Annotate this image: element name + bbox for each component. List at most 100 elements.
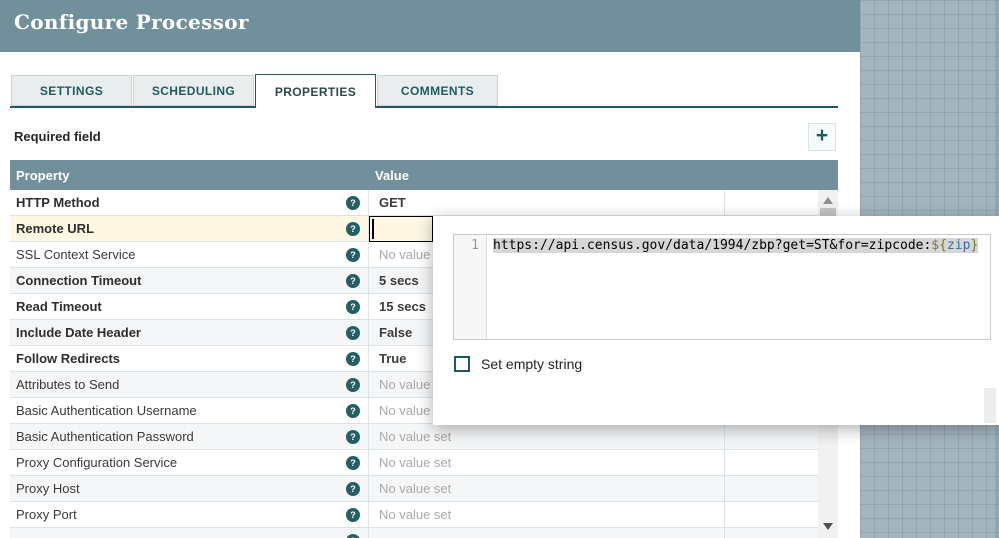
table-row[interactable]: HTTP Method ? GET (10, 190, 818, 216)
help-icon[interactable]: ? (346, 507, 360, 522)
property-value: False (379, 325, 413, 340)
editor-gutter: 1 (454, 235, 487, 339)
property-cell: Basic Authentication Password ? (10, 424, 369, 449)
row-spacer-cell (725, 476, 818, 501)
set-empty-string-row: Set empty string (454, 355, 582, 372)
selected-text: https://api.census.gov/data/1994/zbp?get… (493, 238, 979, 253)
property-cell: SSL Context Service ? (10, 242, 369, 267)
help-icon[interactable]: ? (346, 299, 360, 314)
table-row[interactable]: Proxy Port ? No value set (10, 502, 818, 528)
tabs-underline (10, 106, 838, 108)
property-cell: Proxy Port ? (10, 502, 369, 527)
code-url: https://api.census.gov/data/1994/zbp?get… (493, 238, 932, 253)
property-name: Attributes to Send (16, 377, 120, 392)
property-cell: Connection Timeout ? (10, 268, 369, 293)
property-name: Proxy Port (16, 507, 77, 522)
value-cell[interactable] (369, 528, 725, 538)
help-icon[interactable]: ? (346, 533, 360, 538)
required-field-label: Required field (14, 129, 101, 144)
property-name: Read Timeout (16, 299, 102, 314)
help-icon[interactable]: ? (346, 455, 360, 470)
property-cell: Basic Authentication Username ? (10, 398, 369, 423)
property-name: Include Date Header (16, 325, 141, 340)
scroll-down-icon (823, 522, 833, 530)
value-cell[interactable]: No value set (369, 450, 725, 475)
help-icon[interactable]: ? (346, 221, 360, 236)
tab-settings[interactable]: SETTINGS (11, 75, 132, 106)
property-name: Remote URL (16, 221, 95, 236)
editor-code[interactable]: https://api.census.gov/data/1994/zbp?get… (487, 235, 979, 339)
column-header-property: Property (16, 168, 70, 183)
property-name: HTTP Method (16, 195, 100, 210)
dialog-header: Configure Processor (0, 0, 860, 52)
scroll-up-icon (823, 196, 833, 204)
property-name: Connection Timeout (16, 273, 142, 288)
table-row[interactable]: Proxy Host ? No value set (10, 476, 818, 502)
value-cell[interactable]: No value set (369, 502, 725, 527)
el-open-brace: ${ (931, 238, 947, 253)
help-icon[interactable]: ? (346, 377, 360, 392)
property-name: Proxy Configuration Service (16, 455, 178, 470)
set-empty-string-checkbox[interactable] (454, 355, 470, 372)
property-value: No value set (379, 507, 452, 522)
property-name: Proxy Host (16, 481, 80, 496)
table-row[interactable]: ? (10, 528, 818, 538)
help-icon[interactable]: ? (346, 429, 360, 444)
row-spacer-cell (725, 528, 818, 538)
set-empty-string-label: Set empty string (481, 355, 583, 372)
property-value: No value set (379, 481, 452, 496)
table-row[interactable]: Proxy Configuration Service ? No value s… (10, 450, 818, 476)
help-icon[interactable]: ? (346, 325, 360, 340)
property-name: Follow Redirects (16, 351, 121, 366)
row-spacer-cell (725, 450, 818, 475)
property-value: No value set (379, 429, 452, 444)
value-editor[interactable]: 1 https://api.census.gov/data/1994/zbp?g… (453, 234, 991, 340)
add-property-button[interactable]: + (808, 123, 836, 151)
row-spacer-cell (725, 424, 818, 449)
dialog-title: Configure Processor (14, 10, 249, 34)
el-parameter: zip (946, 238, 971, 253)
tab-scheduling[interactable]: SCHEDULING (133, 75, 254, 106)
property-cell: Read Timeout ? (10, 294, 369, 319)
help-icon[interactable]: ? (346, 351, 360, 366)
help-icon[interactable]: ? (346, 403, 360, 418)
property-value: 15 secs (379, 299, 426, 314)
column-header-value: Value (375, 168, 409, 183)
el-close-brace: } (970, 238, 979, 253)
value-cell[interactable]: No value set (369, 424, 725, 449)
property-value: No value set (379, 455, 452, 470)
help-icon[interactable]: ? (346, 195, 360, 210)
property-cell: Attributes to Send ? (10, 372, 369, 397)
value-editor-popup: 1 https://api.census.gov/data/1994/zbp?g… (433, 216, 999, 425)
property-value: GET (379, 195, 406, 210)
property-cell: Follow Redirects ? (10, 346, 369, 371)
row-spacer-cell (725, 502, 818, 527)
help-icon[interactable]: ? (346, 481, 360, 496)
properties-table-header: Property Value (10, 160, 838, 190)
value-cell[interactable]: No value set (369, 476, 725, 501)
scroll-down-button[interactable] (818, 518, 838, 534)
table-row[interactable]: Basic Authentication Password ? No value… (10, 424, 818, 450)
scroll-up-button[interactable] (818, 192, 838, 208)
text-caret (372, 219, 374, 239)
help-icon[interactable]: ? (346, 273, 360, 288)
property-name: SSL Context Service (16, 247, 136, 262)
tab-comments[interactable]: COMMENTS (377, 75, 498, 106)
row-spacer-cell (725, 190, 818, 215)
tab-properties[interactable]: PROPERTIES (255, 74, 376, 108)
property-value: 5 secs (379, 273, 419, 288)
value-edit-cell[interactable] (369, 216, 433, 242)
plus-icon: + (815, 124, 829, 147)
help-icon[interactable]: ? (346, 247, 360, 262)
value-cell[interactable]: GET (369, 190, 725, 215)
popup-scrollbar[interactable] (984, 388, 996, 423)
property-name: Basic Authentication Password (16, 429, 194, 444)
property-name: Basic Authentication Username (16, 403, 197, 418)
property-value: True (379, 351, 407, 366)
property-cell: Proxy Configuration Service ? (10, 450, 369, 475)
property-cell: Proxy Host ? (10, 476, 369, 501)
property-cell: HTTP Method ? (10, 190, 369, 215)
property-cell: Remote URL ? (10, 216, 369, 241)
property-cell: Include Date Header ? (10, 320, 369, 345)
property-cell: ? (10, 528, 369, 538)
